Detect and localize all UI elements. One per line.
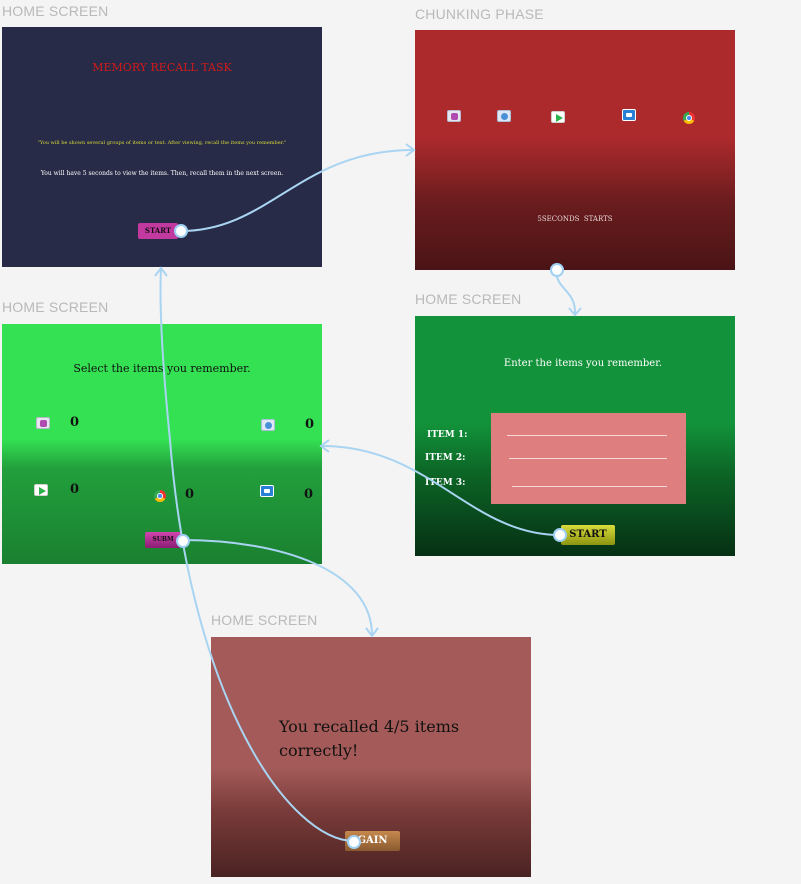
messenger-icon (497, 110, 511, 122)
screen-label-home: HOME SCREEN (2, 3, 109, 19)
screen-label-select: HOME SCREEN (2, 299, 109, 315)
select-screen-frame: Select the items you remember. 0 0 0 0 0… (2, 324, 322, 564)
connector-handle-start[interactable] (174, 224, 188, 238)
screen-label-chunking: CHUNKING PHASE (415, 6, 544, 22)
chrome-icon[interactable] (154, 490, 166, 502)
connector-handle-again[interactable] (347, 835, 361, 849)
chrome-count: 0 (185, 487, 195, 502)
arrowhead-home (154, 266, 168, 277)
result-screen-frame: You recalled 4/5 items correctly! GAIN (211, 637, 531, 877)
instagram-icon[interactable] (36, 417, 50, 429)
select-heading: Select the items you remember. (73, 362, 251, 375)
intro-text: "You will be shown several groups of ite… (37, 140, 287, 146)
instagram-count: 0 (70, 415, 80, 430)
connector-handle-chunking[interactable] (550, 263, 564, 277)
screen-label-enter: HOME SCREEN (415, 291, 522, 307)
submit-button-label: SUBM (152, 536, 174, 543)
connector-handle-enter-start[interactable] (553, 528, 567, 542)
message-icon (622, 109, 636, 121)
play-store-icon (551, 111, 565, 123)
message-icon[interactable] (260, 485, 274, 497)
home-screen-frame: MEMORY RECALL TASK "You will be shown se… (2, 27, 322, 267)
item-2-field[interactable] (509, 458, 667, 459)
chrome-icon (683, 112, 695, 124)
item-2-label: ITEM 2: (425, 453, 466, 463)
item-3-label: ITEM 3: (425, 478, 466, 488)
enter-screen-frame: Enter the items you remember. ITEM 1: IT… (415, 316, 735, 556)
chunking-screen-frame: 5SECONDS STARTS (415, 30, 735, 270)
play-again-button-label: GAIN (357, 835, 388, 846)
message-count: 0 (304, 487, 314, 502)
item-1-field[interactable] (507, 435, 667, 436)
play-store-icon[interactable] (34, 484, 48, 496)
memory-recall-title: MEMORY RECALL TASK (92, 61, 232, 74)
arrowhead-enter (568, 307, 582, 317)
start-button[interactable]: START (138, 223, 178, 239)
timer-text: 5SECONDS STARTS (537, 215, 613, 223)
connector-handle-submit[interactable] (176, 534, 190, 548)
arrowhead-chunking (405, 143, 416, 157)
instagram-icon (447, 110, 461, 122)
play-store-count: 0 (70, 482, 80, 497)
item-1-label: ITEM 1: (427, 430, 468, 440)
messenger-count: 0 (305, 417, 315, 432)
start-button[interactable]: START (561, 525, 615, 545)
arrowhead-result (365, 627, 379, 638)
start-button-label: START (144, 226, 172, 235)
result-message: You recalled 4/5 items correctly! (279, 717, 460, 760)
screen-label-result: HOME SCREEN (211, 612, 318, 628)
instructions-text: You will have 5 seconds to view the item… (40, 170, 284, 177)
item-3-field[interactable] (512, 486, 667, 487)
arrowhead-select (319, 439, 330, 453)
start-button-label: START (569, 529, 607, 540)
messenger-icon[interactable] (261, 419, 275, 431)
enter-heading: Enter the items you remember. (503, 358, 663, 369)
